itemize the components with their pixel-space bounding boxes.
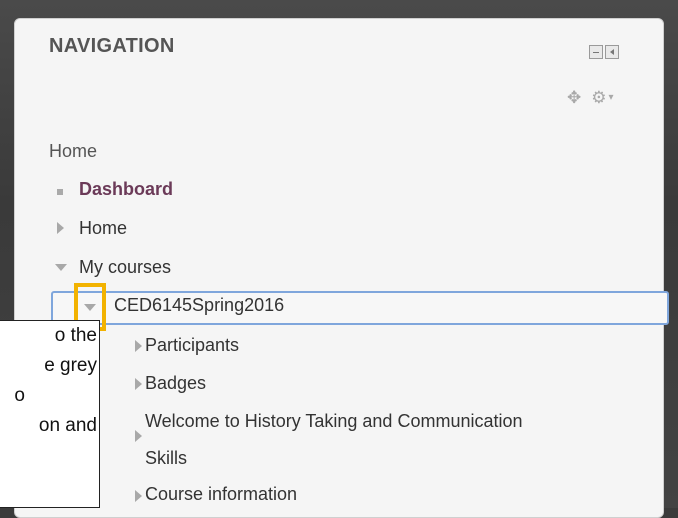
nav-item-badges[interactable]: Badges bbox=[145, 373, 206, 394]
nav-item-home[interactable]: Home bbox=[79, 218, 127, 239]
minimize-icon[interactable] bbox=[589, 45, 603, 59]
navigation-block: NAVIGATION ✥ ⚙ ▾ Home Dashboard Home My … bbox=[14, 18, 669, 518]
chevron-down-icon[interactable]: ▾ bbox=[609, 92, 614, 103]
instruction-callout: o the e grey o on and bbox=[0, 320, 100, 508]
course-info-expand-icon[interactable] bbox=[135, 490, 142, 502]
nav-item-dashboard[interactable]: Dashboard bbox=[79, 179, 173, 200]
block-controls bbox=[589, 45, 619, 59]
dock-icon[interactable] bbox=[605, 45, 619, 59]
block-tools: ✥ ⚙ ▾ bbox=[567, 89, 614, 106]
bullet-icon bbox=[57, 189, 63, 195]
nav-item-course[interactable]: CED6145Spring2016 bbox=[114, 295, 284, 316]
nav-item-participants[interactable]: Participants bbox=[145, 335, 239, 356]
callout-line: e grey bbox=[44, 355, 97, 376]
nav-item-my-courses[interactable]: My courses bbox=[79, 257, 171, 278]
expand-icon[interactable] bbox=[57, 222, 64, 234]
participants-expand-icon[interactable] bbox=[135, 340, 142, 352]
move-icon[interactable]: ✥ bbox=[567, 89, 581, 106]
nav-item-welcome-line2[interactable]: Skills bbox=[145, 448, 187, 469]
callout-line: o the bbox=[54, 325, 97, 346]
welcome-expand-icon[interactable] bbox=[135, 430, 142, 442]
gear-icon[interactable]: ⚙ bbox=[591, 89, 606, 106]
nav-home-root[interactable]: Home bbox=[49, 141, 97, 162]
nav-item-course-information[interactable]: Course information bbox=[145, 484, 297, 505]
callout-line: o bbox=[14, 385, 25, 406]
collapse-icon[interactable] bbox=[55, 264, 67, 271]
navigation-title: NAVIGATION bbox=[49, 35, 175, 57]
badges-expand-icon[interactable] bbox=[135, 378, 142, 390]
callout-line: on and bbox=[38, 415, 97, 436]
nav-item-welcome-line1[interactable]: Welcome to History Taking and Communicat… bbox=[145, 411, 523, 432]
